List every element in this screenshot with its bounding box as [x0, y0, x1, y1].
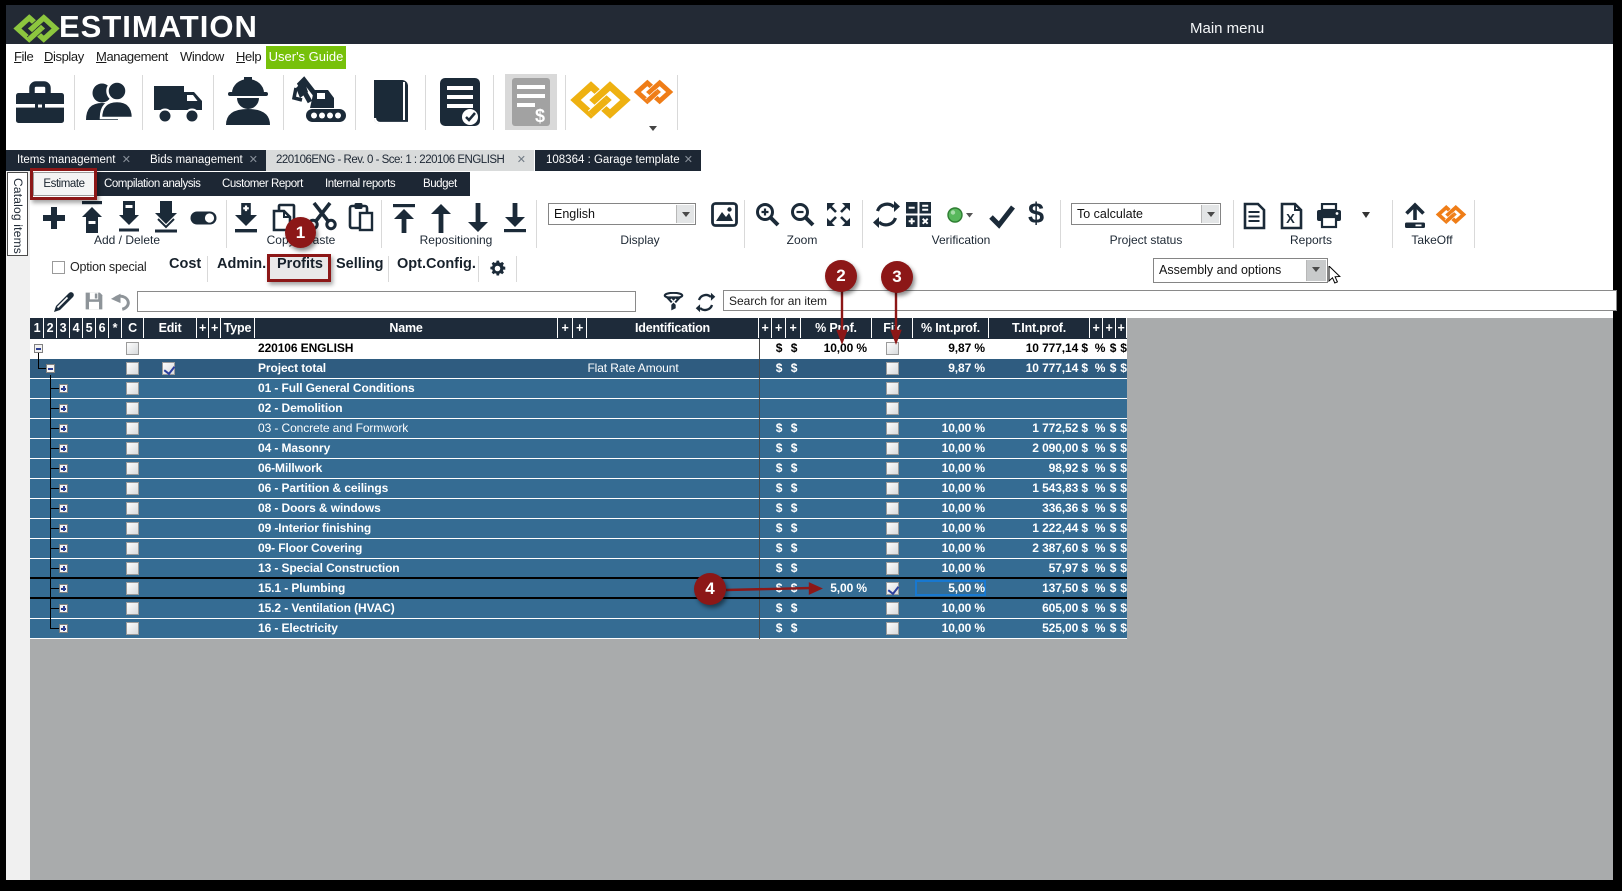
- svg-text:$: $: [535, 106, 545, 126]
- svg-text:X: X: [1286, 211, 1295, 226]
